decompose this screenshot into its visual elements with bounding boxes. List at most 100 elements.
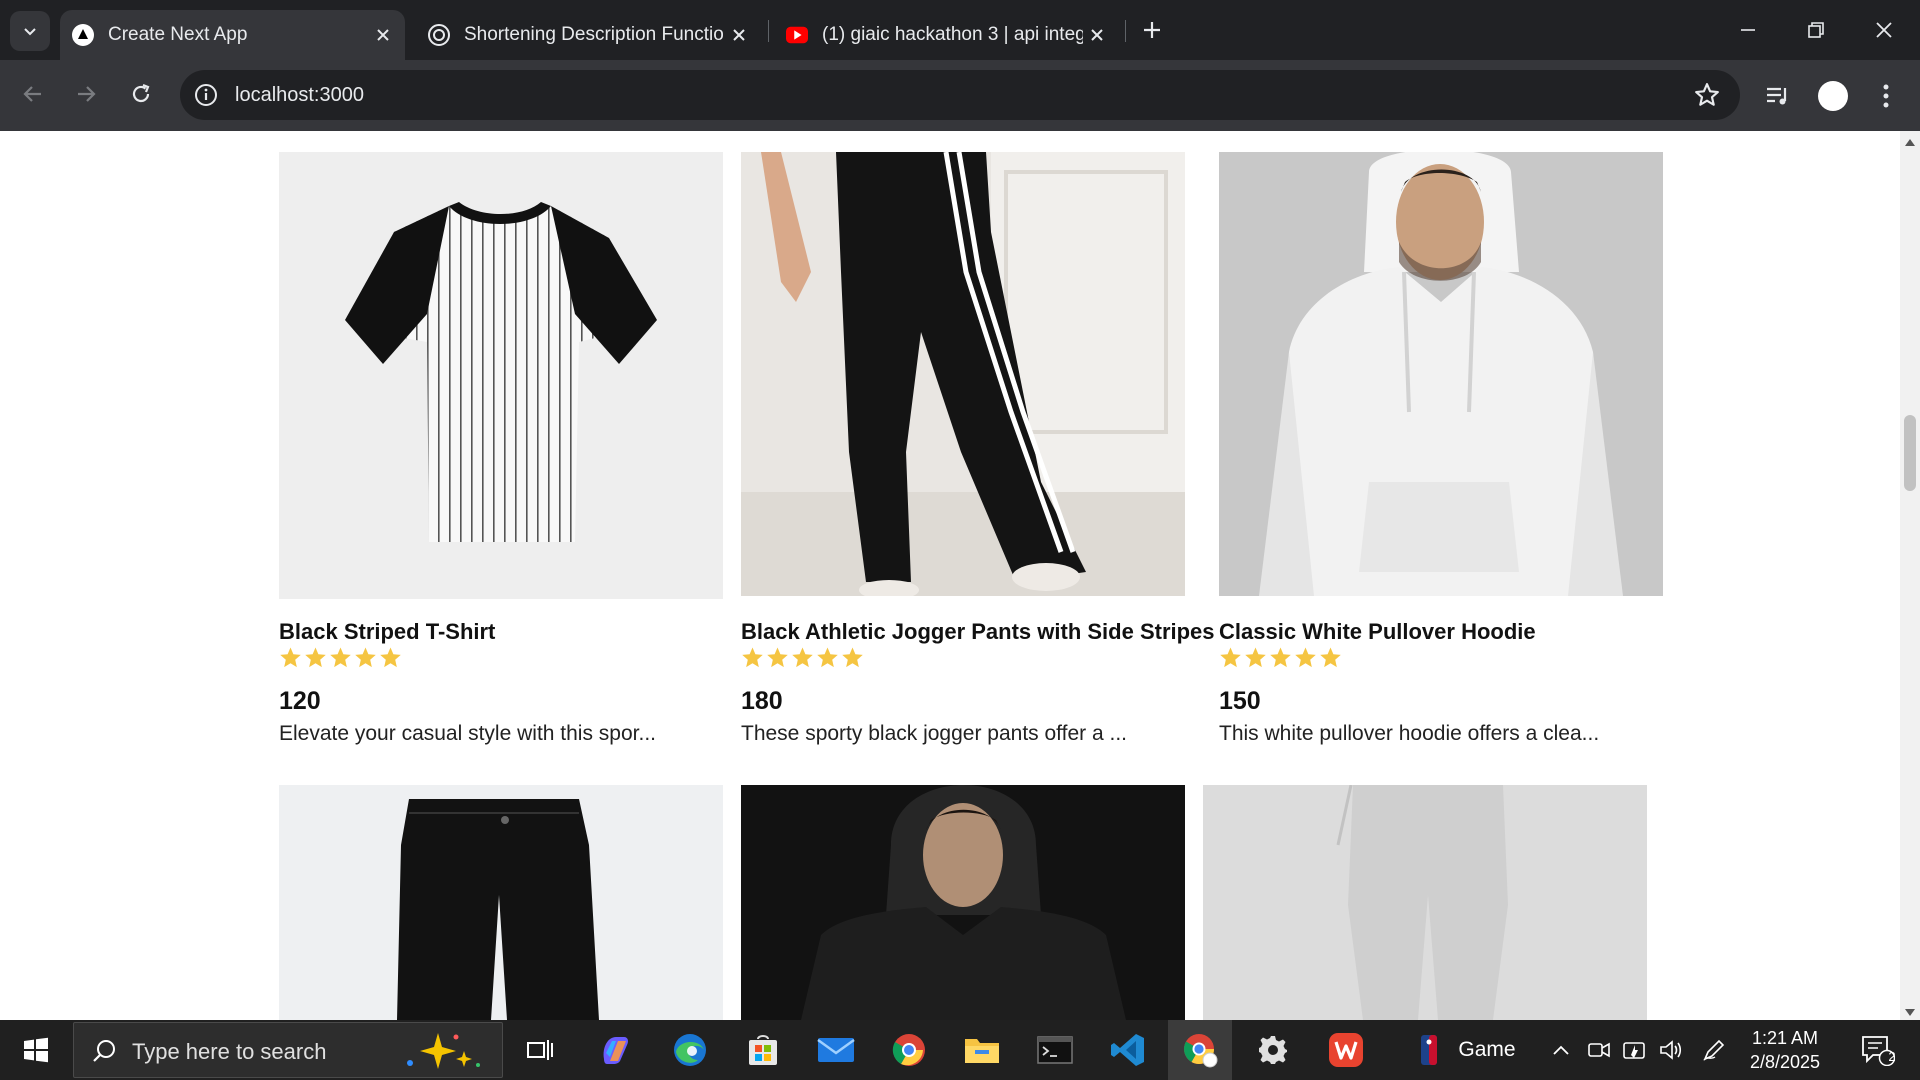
product-image[interactable] <box>741 785 1185 1020</box>
task-view-button[interactable] <box>510 1020 570 1080</box>
settings-app[interactable] <box>1241 1020 1305 1080</box>
bookmark-star-icon[interactable] <box>1694 82 1720 108</box>
star-icon <box>355 647 376 668</box>
menu-button[interactable] <box>1868 78 1904 114</box>
notification-center-button[interactable]: 2 <box>1850 1020 1906 1080</box>
site-info-icon[interactable] <box>194 83 218 107</box>
clock-time: 1:21 AM <box>1751 1028 1819 1048</box>
product-image[interactable] <box>279 785 723 1020</box>
star-icon <box>742 647 763 668</box>
star-icon <box>767 647 788 668</box>
windows-taskbar: Type here to search Game 1:21 AM 2/8/202… <box>0 1020 1920 1080</box>
widget-game-label[interactable]: Game <box>1452 1020 1522 1080</box>
product-name[interactable]: Classic White Pullover Hoodie <box>1219 619 1536 645</box>
back-button[interactable] <box>13 74 53 114</box>
microsoft-store-app[interactable] <box>731 1020 795 1080</box>
star-icon <box>842 647 863 668</box>
white-hoodie-image <box>1219 152 1663 596</box>
page-content: Black Striped T-Shirt 120 Elevate your c… <box>0 131 1900 1020</box>
tab-shortening-description[interactable]: Shortening Description Functio <box>416 10 761 60</box>
copilot-sparkle-icon <box>407 1033 480 1069</box>
clock-date: 2/8/2025 <box>1749 1052 1821 1072</box>
tab-create-next-app[interactable]: Create Next App <box>60 10 405 60</box>
terminal-icon <box>1037 1036 1073 1064</box>
restore-button[interactable] <box>1782 0 1850 60</box>
scroll-down-arrow-icon[interactable] <box>1905 1009 1915 1016</box>
rating-stars <box>741 646 864 669</box>
wps-office-icon <box>1329 1033 1363 1067</box>
gear-icon <box>1259 1036 1287 1064</box>
close-window-button[interactable] <box>1850 0 1918 60</box>
battery-status-icon[interactable] <box>1618 1020 1652 1080</box>
wps-office-app[interactable] <box>1314 1020 1378 1080</box>
tab-search-button[interactable] <box>10 11 50 51</box>
minimize-button[interactable] <box>1714 0 1782 60</box>
mail-app[interactable] <box>804 1020 868 1080</box>
rating-stars <box>279 646 402 669</box>
page-scrollbar[interactable] <box>1900 131 1920 1020</box>
star-icon <box>330 647 351 668</box>
product-price: 180 <box>741 687 783 715</box>
product-image[interactable] <box>741 152 1185 596</box>
chevron-up-icon <box>1553 1045 1569 1055</box>
product-price: 150 <box>1219 687 1261 715</box>
nba-widget-icon[interactable] <box>1412 1020 1446 1080</box>
tab-title: Shortening Description Functio <box>464 24 724 45</box>
nextjs-favicon-icon <box>72 24 94 46</box>
product-image[interactable] <box>279 152 723 599</box>
chrome-app-active[interactable] <box>1168 1020 1232 1080</box>
system-clock[interactable]: 1:21 AM 2/8/2025 <box>1740 1026 1830 1074</box>
media-controls-button[interactable] <box>1760 78 1796 114</box>
product-description: This white pullover hoodie offers a clea… <box>1219 722 1600 745</box>
close-tab-icon[interactable] <box>1083 21 1111 49</box>
profile-button[interactable] <box>1815 78 1851 114</box>
arrow-right-icon <box>78 86 96 102</box>
plus-icon <box>1144 22 1160 38</box>
url-text[interactable]: localhost:3000 <box>235 84 364 107</box>
file-explorer-app[interactable] <box>950 1020 1014 1080</box>
black-jeans-image <box>397 799 599 1020</box>
chrome-app[interactable] <box>877 1020 941 1080</box>
volume-icon[interactable] <box>1654 1020 1688 1080</box>
meet-now-icon[interactable] <box>1582 1020 1616 1080</box>
tab-separator <box>768 20 769 42</box>
tab-youtube[interactable]: (1) giaic hackathon 3 | api integ <box>774 10 1119 60</box>
task-view-icon <box>527 1040 553 1060</box>
scroll-thumb[interactable] <box>1904 415 1916 491</box>
chrome-icon <box>892 1034 925 1066</box>
close-tab-icon[interactable] <box>369 21 397 49</box>
tab-strip: Create Next App Shortening Description F… <box>0 0 1920 60</box>
star-icon <box>1220 647 1241 668</box>
terminal-app[interactable] <box>1023 1020 1087 1080</box>
copilot-app[interactable] <box>585 1020 645 1080</box>
product-name[interactable]: Black Striped T-Shirt <box>279 619 495 645</box>
star-icon <box>1320 647 1341 668</box>
product-description: Elevate your casual style with this spor… <box>279 722 657 745</box>
star-icon <box>280 647 301 668</box>
vscode-icon <box>1111 1034 1144 1066</box>
youtube-favicon-icon <box>786 24 808 46</box>
new-tab-button[interactable] <box>1136 14 1168 46</box>
vscode-app[interactable] <box>1096 1020 1160 1080</box>
product-image[interactable] <box>1219 152 1663 596</box>
scroll-up-arrow-icon[interactable] <box>1905 139 1915 146</box>
product-name[interactable]: Black Athletic Jogger Pants with Side St… <box>741 619 1215 645</box>
start-button[interactable] <box>0 1020 72 1080</box>
pen-workspace-icon[interactable] <box>1697 1020 1731 1080</box>
star-icon <box>380 647 401 668</box>
show-hidden-icons-button[interactable] <box>1544 1020 1578 1080</box>
tab-separator <box>1125 20 1126 42</box>
edge-app[interactable] <box>658 1020 722 1080</box>
close-icon <box>1876 22 1892 38</box>
forward-button[interactable] <box>66 74 106 114</box>
star-icon <box>817 647 838 668</box>
address-bar[interactable]: localhost:3000 <box>180 70 1740 120</box>
taskbar-search[interactable]: Type here to search <box>73 1022 503 1078</box>
close-tab-icon[interactable] <box>725 21 753 49</box>
star-icon <box>1295 647 1316 668</box>
star-icon <box>1270 647 1291 668</box>
rating-stars <box>1219 646 1342 669</box>
product-image[interactable] <box>1203 785 1647 1020</box>
arrow-left-icon <box>23 86 41 102</box>
reload-button[interactable] <box>121 74 161 114</box>
